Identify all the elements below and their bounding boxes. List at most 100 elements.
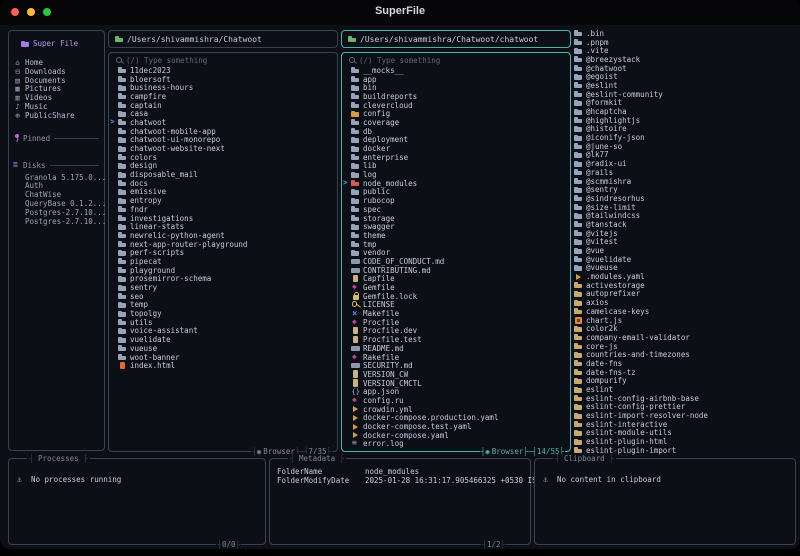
sidebar-item-documents[interactable]: ▤ Documents	[13, 76, 101, 85]
file-row[interactable]: fndr	[109, 205, 337, 214]
file-row[interactable]: @highlightjs	[572, 116, 798, 125]
file-row[interactable]: eslint-plugin-html	[572, 437, 798, 446]
file-row[interactable]: SECURITY.md	[342, 361, 570, 370]
file-row[interactable]: countries-and-timezones	[572, 350, 798, 359]
panel2-search[interactable]: (/) Type something	[342, 56, 570, 65]
file-row[interactable]: index.html	[109, 361, 337, 370]
file-row[interactable]: next-app-router-playground	[109, 240, 337, 249]
file-row[interactable]: @formkit	[572, 98, 798, 107]
file-row[interactable]: docker-compose.test.yaml	[342, 422, 570, 431]
file-row[interactable]: date-fns-tz	[572, 368, 798, 377]
file-row[interactable]: @iconify-json	[572, 133, 798, 142]
file-row[interactable]: VERSION_CW	[342, 370, 570, 379]
file-row[interactable]: @vitejs	[572, 229, 798, 238]
file-row[interactable]: @sindresorhus	[572, 194, 798, 203]
file-row[interactable]: bloersoft	[109, 75, 337, 84]
file-row[interactable]: __mocks__	[342, 66, 570, 75]
file-row[interactable]: pipecat	[109, 257, 337, 266]
file-row[interactable]: topolgy	[109, 309, 337, 318]
file-row[interactable]: vuelidate	[109, 335, 337, 344]
sidebar-item-downloads[interactable]: ⊟ Downloads	[13, 67, 101, 76]
file-row[interactable]: VERSION_CMCTL	[342, 379, 570, 388]
file-row[interactable]: Procfile.test	[342, 335, 570, 344]
file-row[interactable]: docker-compose.production.yaml	[342, 413, 570, 422]
file-row[interactable]: CODE_OF_CONDUCT.md	[342, 257, 570, 266]
file-row[interactable]: sentry	[109, 283, 337, 292]
file-row[interactable]: @scmmishra	[572, 177, 798, 186]
file-row[interactable]: investigations	[109, 214, 337, 223]
file-row[interactable]: Makefile	[342, 309, 570, 319]
file-row[interactable]: swagger	[342, 222, 570, 231]
file-row[interactable]: eslint-module-utils	[572, 428, 798, 437]
file-row[interactable]: perf-scripts	[109, 248, 337, 257]
file-row[interactable]: Rakefile	[342, 353, 570, 362]
file-row[interactable]: prosemirror-schema	[109, 274, 337, 283]
file-row[interactable]: LICENSE	[342, 300, 570, 309]
file-row[interactable]: db	[342, 127, 570, 136]
file-row[interactable]: .pnpm	[572, 38, 798, 47]
file-row[interactable]: @histoire	[572, 124, 798, 133]
file-row[interactable]: colors	[109, 153, 337, 162]
file-row[interactable]: CONTRIBUTING.md	[342, 266, 570, 275]
file-row[interactable]: temp	[109, 300, 337, 309]
file-row[interactable]: vueuse	[109, 344, 337, 353]
file-row[interactable]: buildreports	[342, 92, 570, 101]
file-row[interactable]: config	[342, 109, 570, 118]
file-row[interactable]: 11dec2023	[109, 66, 337, 75]
file-row[interactable]: storage	[342, 214, 570, 223]
file-row[interactable]: @radix-ui	[572, 159, 798, 168]
file-row[interactable]: spec	[342, 205, 570, 214]
file-row[interactable]: @vuelidate	[572, 255, 798, 264]
file-row[interactable]: core-js	[572, 342, 798, 351]
file-row[interactable]: node_modules	[342, 179, 570, 188]
sidebar-item-videos[interactable]: ▥ Videos	[13, 93, 101, 102]
file-row[interactable]: captain	[109, 101, 337, 110]
file-row[interactable]: disposable_mail	[109, 170, 337, 179]
file-row[interactable]: eslint-interactive	[572, 420, 798, 429]
file-row[interactable]: @rails	[572, 168, 798, 177]
file-row[interactable]: Gemfile.lock	[342, 292, 570, 301]
file-row[interactable]: @vitest	[572, 237, 798, 246]
file-row[interactable]: .vite	[572, 46, 798, 55]
file-row[interactable]: eslint-config-prettier	[572, 402, 798, 411]
file-row[interactable]: Gemfile	[342, 283, 570, 292]
file-row[interactable]: log	[342, 170, 570, 179]
file-row[interactable]: @chatwoot	[572, 64, 798, 73]
file-row[interactable]: @vueuse	[572, 263, 798, 272]
sidebar-item-pictures[interactable]: ▦ Pictures	[13, 84, 101, 93]
file-row[interactable]: theme	[342, 231, 570, 240]
sidebar-item-public-share[interactable]: ⊕ PublicShare	[13, 111, 101, 120]
file-row[interactable]: eslint	[572, 385, 798, 394]
file-row[interactable]: @tanstack	[572, 220, 798, 229]
file-row[interactable]: eslint-config-airbnb-base	[572, 394, 798, 403]
file-row[interactable]: color2k	[572, 324, 798, 333]
file-row[interactable]: @june-so	[572, 142, 798, 151]
file-row[interactable]: dompurify	[572, 376, 798, 385]
file-row[interactable]: README.md	[342, 344, 570, 353]
file-row[interactable]: company-email-validator	[572, 333, 798, 342]
file-row[interactable]: casa	[109, 109, 337, 118]
file-row[interactable]: linear-stats	[109, 222, 337, 231]
file-row[interactable]: activestorage	[572, 281, 798, 290]
panel1-search[interactable]: (/) Type something	[109, 56, 337, 65]
file-row[interactable]: clevercloud	[342, 101, 570, 110]
file-row[interactable]: voice-assistant	[109, 326, 337, 335]
file-row[interactable]: crowdin.yml	[342, 405, 570, 414]
file-row[interactable]: @hcaptcha	[572, 107, 798, 116]
file-row[interactable]: docker	[342, 144, 570, 153]
file-row[interactable]: app	[342, 75, 570, 84]
file-row[interactable]: deployment	[342, 135, 570, 144]
file-row[interactable]: chatwoot-website-next	[109, 144, 337, 153]
file-row[interactable]: date-fns	[572, 359, 798, 368]
file-row[interactable]: axios	[572, 298, 798, 307]
file-row[interactable]: @eslint	[572, 81, 798, 90]
disk-item[interactable]: Postgres-2.7.10...	[13, 217, 106, 227]
file-row[interactable]: campfire	[109, 92, 337, 101]
file-row[interactable]: entropy	[109, 196, 337, 205]
file-row[interactable]: .modules.yaml	[572, 272, 798, 281]
file-row[interactable]: app.json	[342, 387, 570, 396]
file-row[interactable]: docker-compose.yaml	[342, 431, 570, 440]
file-row[interactable]: bin	[342, 83, 570, 92]
file-row[interactable]: Capfile	[342, 274, 570, 283]
file-row[interactable]: emissive	[109, 187, 337, 196]
